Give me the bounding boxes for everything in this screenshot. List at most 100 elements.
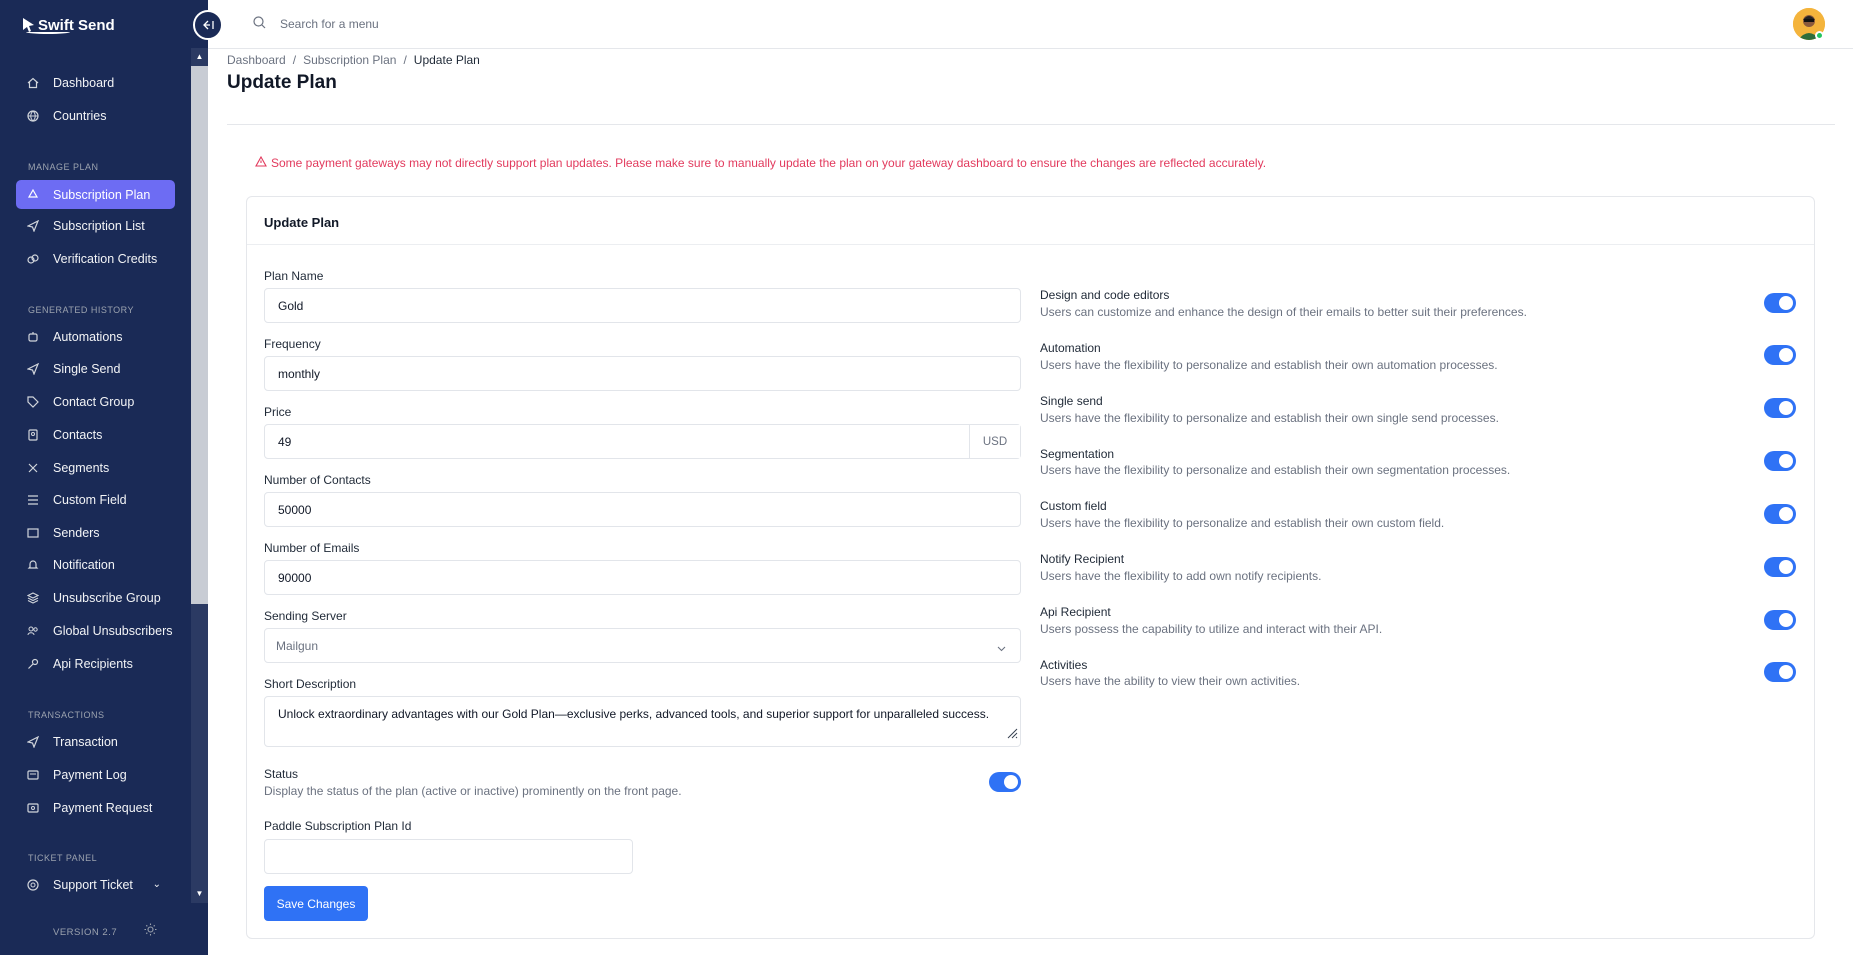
sending-server-value: Mailgun [276, 638, 319, 653]
plan-name-input[interactable]: Gold [264, 288, 1021, 323]
section-label-manage-plan: MANAGE PLAN [28, 162, 99, 172]
breadcrumb-separator: / [292, 53, 297, 67]
sidebar-collapse-button[interactable] [193, 10, 223, 40]
sidebar-item-label: Contact Group [53, 394, 135, 409]
gateway-warning-alert: Some payment gateways may not directly s… [255, 155, 1267, 170]
short-description-textarea[interactable]: Unlock extraordinary advantages with our… [264, 696, 1021, 747]
segmentation-toggle[interactable] [1764, 451, 1796, 471]
sidebar-item-senders[interactable]: Senders [16, 518, 175, 547]
chevron-down-icon [997, 641, 1006, 655]
sidebar-item-contacts[interactable]: Contacts [16, 420, 175, 449]
sidebar-item-label: Payment Request [53, 800, 153, 815]
sidebar-item-automations[interactable]: Automations [16, 322, 175, 351]
users-icon [26, 624, 40, 638]
list-icon [26, 493, 40, 507]
sidebar-item-label: Subscription List [53, 218, 145, 233]
sidebar-item-dashboard[interactable]: Dashboard [16, 68, 175, 97]
feature-description: Users have the flexibility to add own no… [1040, 569, 1322, 583]
robot-icon [26, 330, 40, 344]
resize-handle-icon[interactable] [1006, 727, 1018, 744]
send-icon [26, 362, 40, 376]
theme-toggle-sun-icon[interactable] [144, 923, 157, 941]
sidebar-item-single-send[interactable]: Single Send [16, 354, 175, 383]
scroll-up-icon[interactable]: ▲ [191, 50, 208, 64]
sidebar-item-payment-request[interactable]: Payment Request [16, 793, 175, 822]
breadcrumb-subscription-plan-link[interactable]: Subscription Plan [303, 53, 396, 67]
alert-text: Some payment gateways may not directly s… [271, 156, 1267, 170]
frequency-input[interactable]: monthly [264, 356, 1021, 391]
feature-title: Activities [1040, 658, 1088, 672]
feature-title: Api Recipient [1040, 605, 1111, 619]
breadcrumb-dashboard-link[interactable]: Dashboard [227, 53, 286, 67]
sidebar-item-segments[interactable]: Segments [16, 453, 175, 482]
sidebar-item-label: Api Recipients [53, 656, 133, 671]
sidebar-item-label: Countries [53, 108, 107, 123]
sidebar-item-label: Senders [53, 525, 100, 540]
sidebar-item-verification-credits[interactable]: Verification Credits [16, 244, 175, 273]
emails-label: Number of Emails [264, 541, 360, 555]
sidebar-scrollbar[interactable]: ▲ ▼ [191, 48, 208, 903]
brand-logo[interactable]: Swift Send [22, 12, 115, 38]
save-changes-button[interactable]: Save Changes [264, 886, 368, 921]
feature-description: Users have the flexibility to personaliz… [1040, 358, 1498, 372]
sidebar-item-api-recipients[interactable]: Api Recipients [16, 649, 175, 678]
sidebar-item-label: Single Send [53, 361, 121, 376]
plan-name-value: Gold [278, 298, 304, 313]
sidebar-item-custom-field[interactable]: Custom Field [16, 485, 175, 514]
custom-field-toggle[interactable] [1764, 504, 1796, 524]
support-icon [26, 878, 40, 892]
key-icon [26, 657, 40, 671]
activities-toggle[interactable] [1764, 662, 1796, 682]
scroll-down-icon[interactable]: ▼ [191, 887, 208, 901]
design-editors-toggle[interactable] [1764, 293, 1796, 313]
sidebar-footer: VERSION 2.7 [0, 905, 208, 955]
sidebar-item-contact-group[interactable]: Contact Group [16, 387, 175, 416]
paddle-plan-id-input[interactable] [264, 839, 633, 874]
sidebar-item-subscription-plan[interactable]: Subscription Plan [16, 180, 175, 209]
feature-title: Automation [1040, 341, 1101, 355]
price-input[interactable]: 49 [265, 425, 969, 458]
globe-icon [26, 109, 40, 123]
feature-description: Users have the ability to view their own… [1040, 674, 1301, 688]
collapse-arrow-icon [202, 20, 214, 30]
emails-input[interactable]: 90000 [264, 560, 1021, 595]
sidebar-item-label: Contacts [53, 427, 103, 442]
sidebar-item-global-unsubscribers[interactable]: Global Unsubscribers [16, 616, 175, 645]
card-header: Update Plan [247, 197, 1814, 245]
short-description-value: Unlock extraordinary advantages with our… [278, 707, 990, 721]
sending-server-label: Sending Server [264, 609, 347, 623]
page-title: Update Plan [227, 72, 337, 93]
sidebar-item-transaction[interactable]: Transaction [16, 727, 175, 756]
logo-swoosh [26, 30, 70, 34]
single-send-toggle[interactable] [1764, 398, 1796, 418]
currency-addon: USD [969, 425, 1020, 458]
warning-triangle-icon [255, 155, 267, 170]
search-input[interactable] [280, 13, 680, 35]
sidebar-item-notification[interactable]: Notification [16, 550, 175, 579]
sidebar-item-label: Transaction [53, 734, 118, 749]
status-hint: Display the status of the plan (active o… [264, 784, 682, 798]
sidebar-item-subscription-list[interactable]: Subscription List [16, 211, 175, 240]
section-label-ticket-panel: TICKET PANEL [28, 853, 98, 863]
topbar [208, 0, 1853, 49]
sending-server-select[interactable]: Mailgun [264, 628, 1021, 663]
sidebar-item-label: Verification Credits [53, 251, 158, 266]
contacts-input[interactable]: 50000 [264, 492, 1021, 527]
status-label: Status [264, 767, 299, 781]
sidebar-item-unsubscribe-group[interactable]: Unsubscribe Group [16, 583, 175, 612]
sidebar-item-payment-log[interactable]: Payment Log [16, 760, 175, 789]
stack-icon [26, 591, 40, 605]
status-toggle[interactable] [989, 772, 1021, 792]
sidebar-item-label: Support Ticket [53, 877, 133, 892]
senders-icon [26, 526, 40, 540]
send-icon [26, 735, 40, 749]
notify-recipient-toggle[interactable] [1764, 557, 1796, 577]
sidebar-item-countries[interactable]: Countries [16, 101, 175, 130]
automation-toggle[interactable] [1764, 345, 1796, 365]
sidebar-item-label: Subscription Plan [53, 187, 151, 202]
scrollbar-thumb[interactable] [191, 66, 208, 604]
api-recipient-toggle[interactable] [1764, 610, 1796, 630]
sidebar-item-support-ticket[interactable]: Support Ticket ⌄ [16, 870, 175, 899]
request-icon [26, 801, 40, 815]
feature-title: Single send [1040, 394, 1103, 408]
